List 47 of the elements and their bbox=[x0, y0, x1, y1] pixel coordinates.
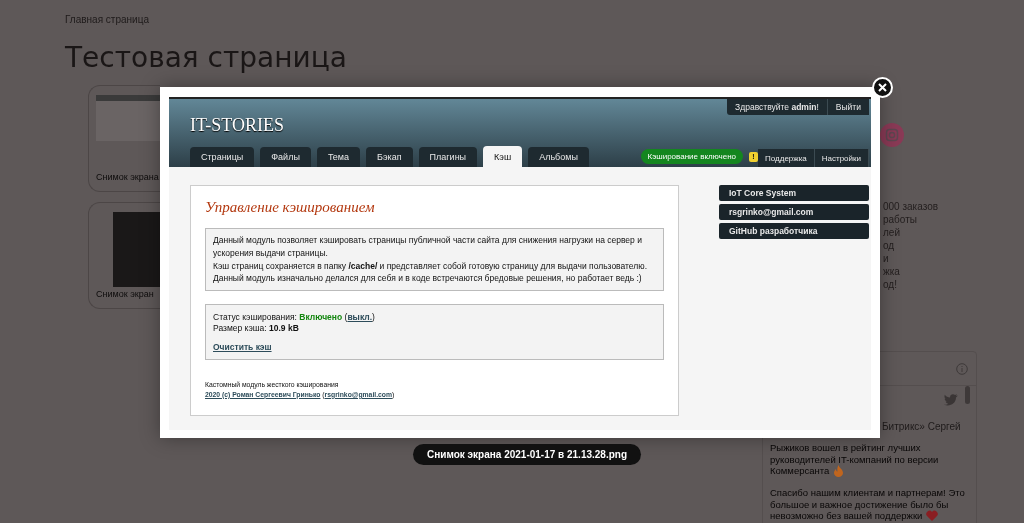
site-logo: IT-STORIES bbox=[190, 115, 285, 135]
page-title: Тестовая страница bbox=[65, 41, 348, 75]
sidebar-link[interactable]: IoT Core System bbox=[719, 185, 869, 201]
tweet-text: Коммерсанта bbox=[770, 465, 830, 477]
clear-cache-link[interactable]: Очистить кэш bbox=[213, 342, 272, 353]
tweet-text: Рыжиков вошел в рейтинг лучших bbox=[770, 442, 921, 454]
info-icon[interactable] bbox=[956, 362, 968, 375]
nav-tab[interactable]: Тема bbox=[316, 147, 361, 167]
cache-size-text: Размер кэша: 10.9 kB bbox=[213, 322, 300, 334]
section-heading: Управление кэшированием bbox=[205, 199, 376, 216]
disable-link[interactable]: выкл. bbox=[347, 312, 372, 323]
lightbox-caption: Снимок экрана 2021-01-17 в 21.13.28.png bbox=[413, 444, 642, 465]
text-fragment: жка bbox=[883, 265, 901, 278]
instagram-icon[interactable] bbox=[880, 123, 904, 147]
scrollbar-thumb[interactable] bbox=[965, 386, 970, 404]
text-fragment: работы bbox=[883, 213, 918, 226]
nav-tab[interactable]: Бэкап bbox=[366, 147, 413, 167]
bird-icon bbox=[944, 394, 958, 406]
description-text: Кэш страниц сохраняется в папку /cache/ и представляет собой готовую страницу для выдачи пользователю. bbox=[213, 259, 648, 273]
heart-icon bbox=[926, 510, 939, 522]
image-caption: Снимок экрана bbox=[96, 172, 159, 182]
sidebar-link[interactable]: GitHub разработчика bbox=[719, 223, 869, 239]
logout-link[interactable]: Выйти bbox=[827, 99, 869, 115]
status-line: Статус кэширования: Включено (выкл.) bbox=[213, 312, 376, 323]
description-text: Данный модуль позволяет кэшировать страницы публичной части сайта для снижения нагрузки на сервер и ускорения выдачи страницы. bbox=[213, 234, 643, 260]
tweet-text: руководителей IT-компаний по версии bbox=[770, 453, 939, 465]
screenshot-thumbnail[interactable] bbox=[96, 95, 161, 141]
close-button[interactable] bbox=[872, 77, 893, 98]
header-link[interactable]: Настройки bbox=[814, 149, 869, 167]
close-icon bbox=[878, 83, 887, 92]
nav-tab[interactable]: Плагины bbox=[418, 147, 478, 167]
sidebar-link[interactable]: rsgrinko@gmail.com bbox=[719, 204, 869, 220]
status-badge: Кэширование включено bbox=[640, 149, 744, 164]
nav-tab[interactable]: Файлы bbox=[260, 147, 311, 167]
nav-tab[interactable]: Кэш bbox=[483, 146, 523, 167]
image-caption: Снимок экран bbox=[96, 289, 154, 299]
tweet-text: Спасибо нашим клиентам и партнерам! Это bbox=[770, 487, 965, 499]
nav-tab[interactable]: Альбомы bbox=[528, 147, 589, 167]
fire-icon bbox=[833, 465, 845, 477]
tweet-text: большое и важное достижение было бы bbox=[770, 498, 949, 510]
greeting-text: Здравствуйте admin! bbox=[727, 99, 828, 115]
header-link[interactable]: Поддержка bbox=[758, 149, 815, 167]
tweet-text: невозможно без вашей поддержки bbox=[770, 510, 923, 522]
screenshot-thumbnail[interactable] bbox=[113, 212, 161, 287]
nav-tab[interactable]: Страницы bbox=[190, 147, 255, 167]
description-text: Данный модуль изначально делался для себя и в коде встречаются бредовые решения, но работает ведь :) bbox=[213, 272, 643, 286]
tweet-text: Битрикс» Сергей bbox=[882, 420, 962, 433]
